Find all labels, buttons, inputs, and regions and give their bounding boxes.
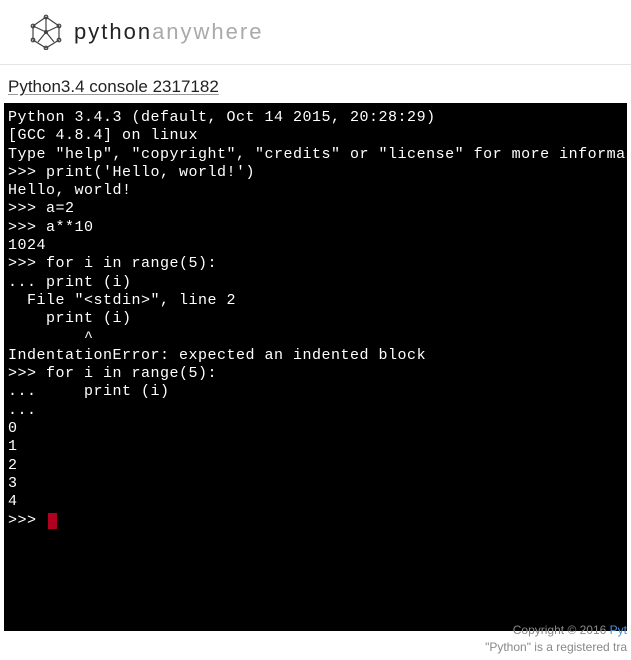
terminal-line: print (i) bbox=[8, 310, 627, 328]
terminal-line: 3 bbox=[8, 475, 627, 493]
terminal-line: >>> a=2 bbox=[8, 200, 627, 218]
pythonanywhere-logo-icon bbox=[26, 14, 66, 50]
brand-light: anywhere bbox=[152, 19, 263, 44]
terminal-line: ... bbox=[8, 402, 627, 420]
terminal-console[interactable]: Python 3.4.3 (default, Oct 14 2015, 20:2… bbox=[4, 103, 627, 631]
terminal-line: >>> print('Hello, world!') bbox=[8, 164, 627, 182]
footer-copyright: Copyright © 2016 Pyt bbox=[485, 623, 627, 637]
terminal-line: File "<stdin>", line 2 bbox=[8, 292, 627, 310]
terminal-cursor bbox=[48, 513, 57, 529]
terminal-line: 4 bbox=[8, 493, 627, 511]
page-footer: Copyright © 2016 Pyt "Python" is a regis… bbox=[485, 623, 631, 654]
terminal-line: 0 bbox=[8, 420, 627, 438]
terminal-line: Type "help", "copyright", "credits" or "… bbox=[8, 146, 627, 164]
terminal-line: ... print (i) bbox=[8, 274, 627, 292]
console-title[interactable]: Python3.4 console 2317182 bbox=[8, 77, 631, 97]
terminal-line: >>> bbox=[8, 512, 627, 530]
terminal-line: Hello, world! bbox=[8, 182, 627, 200]
terminal-line: 2 bbox=[8, 457, 627, 475]
terminal-line: IndentationError: expected an indented b… bbox=[8, 347, 627, 365]
footer-link[interactable]: Pyt bbox=[610, 623, 627, 637]
brand-text: pythonanywhere bbox=[74, 19, 263, 45]
terminal-line: 1024 bbox=[8, 237, 627, 255]
terminal-line: >>> a**10 bbox=[8, 219, 627, 237]
terminal-line: 1 bbox=[8, 438, 627, 456]
terminal-line: >>> for i in range(5): bbox=[8, 255, 627, 273]
terminal-line: Python 3.4.3 (default, Oct 14 2015, 20:2… bbox=[8, 109, 627, 127]
terminal-line: ... print (i) bbox=[8, 383, 627, 401]
terminal-line: ^ bbox=[8, 329, 627, 347]
terminal-line: [GCC 4.8.4] on linux bbox=[8, 127, 627, 145]
brand-strong: python bbox=[74, 19, 152, 44]
footer-trademark: "Python" is a registered tra bbox=[485, 640, 627, 654]
terminal-line: >>> for i in range(5): bbox=[8, 365, 627, 383]
page-header: pythonanywhere bbox=[0, 0, 631, 65]
